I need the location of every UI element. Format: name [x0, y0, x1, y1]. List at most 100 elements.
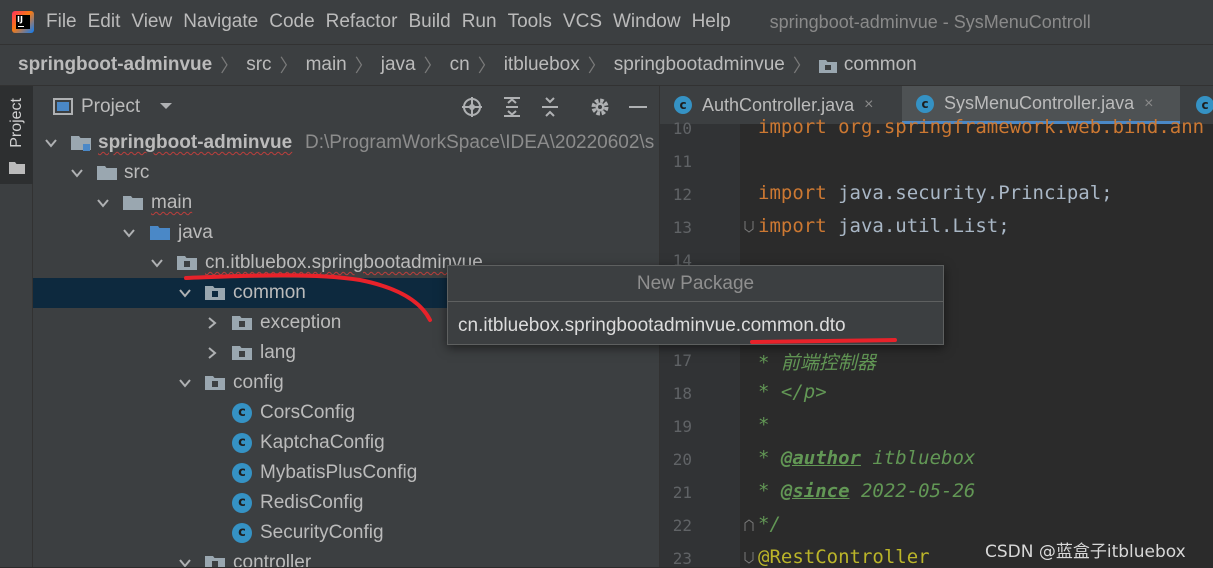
- fold-icon[interactable]: [744, 221, 754, 233]
- breadcrumb-item-src[interactable]: src: [246, 54, 271, 76]
- line-number: 11: [672, 152, 692, 171]
- code-comment[interactable]: */: [758, 513, 781, 535]
- breadcrumb-item-cn[interactable]: cn: [450, 54, 470, 76]
- line-number: 13: [672, 218, 692, 237]
- line-number: 23: [672, 549, 692, 568]
- tree-item-label: main: [151, 192, 193, 213]
- chevron-down-icon[interactable]: [71, 167, 83, 179]
- code-comment[interactable]: * </p>: [758, 381, 827, 403]
- menu-file[interactable]: File: [46, 11, 88, 33]
- package-folder-icon: [205, 286, 225, 300]
- menu-refactor[interactable]: Refactor: [326, 11, 409, 33]
- module-folder-icon: [71, 136, 91, 151]
- chevron-right-icon: 〉: [423, 56, 442, 76]
- code-keyword: import: [758, 215, 827, 237]
- locate-icon[interactable]: [461, 96, 483, 118]
- intellij-logo-icon: IJ: [12, 11, 34, 33]
- tree-item-mybatisplusconfig[interactable]: c MybatisPlusConfig: [33, 458, 659, 488]
- class-icon: c: [916, 94, 934, 113]
- menu-run[interactable]: Run: [462, 11, 508, 33]
- chevron-right-icon: 〉: [220, 56, 239, 76]
- code-line[interactable]: import org.springframework.web.bind.ann: [758, 116, 1204, 138]
- menu-window[interactable]: Window: [613, 11, 692, 33]
- window-title: springboot-adminvue - SysMenuControll: [769, 11, 1091, 32]
- menu-code[interactable]: Code: [269, 11, 325, 33]
- code-text: java.security.Principal;: [826, 182, 1113, 204]
- tree-item-securityconfig[interactable]: c SecurityConfig: [33, 518, 659, 548]
- menu-navigate[interactable]: Navigate: [183, 11, 269, 33]
- menu-vcs[interactable]: VCS: [563, 11, 613, 33]
- menu-view[interactable]: View: [131, 11, 183, 33]
- tree-item-corsconfig[interactable]: c CorsConfig: [33, 398, 659, 428]
- line-number: 21: [672, 483, 692, 502]
- chevron-down-icon[interactable]: [97, 197, 109, 209]
- tree-item-main[interactable]: main: [33, 188, 659, 218]
- breadcrumb-item-java[interactable]: java: [381, 54, 416, 76]
- tree-item-kaptchaconfig[interactable]: c KaptchaConfig: [33, 428, 659, 458]
- chevron-down-icon[interactable]: [179, 557, 191, 567]
- new-package-dialog: New Package: [447, 265, 944, 345]
- tree-item-config[interactable]: config: [33, 368, 659, 398]
- chevron-down-icon[interactable]: [151, 257, 163, 269]
- project-tool-tab[interactable]: Project: [0, 86, 33, 184]
- chevron-down-icon[interactable]: [159, 101, 173, 111]
- close-icon[interactable]: ×: [864, 96, 873, 114]
- line-number: 10: [672, 119, 692, 138]
- folder-icon: [123, 196, 143, 210]
- tree-item-redisconfig[interactable]: c RedisConfig: [33, 488, 659, 518]
- code-line[interactable]: import java.security.Principal;: [758, 182, 1113, 204]
- expand-all-icon[interactable]: [501, 96, 523, 118]
- tree-item-src[interactable]: src: [33, 158, 659, 188]
- menu-build[interactable]: Build: [408, 11, 461, 33]
- tree-item-controller[interactable]: controller: [33, 548, 659, 567]
- project-view-selector[interactable]: Project: [81, 96, 140, 118]
- class-icon: c: [232, 463, 252, 483]
- package-folder-icon: [232, 346, 252, 360]
- package-folder-icon: [205, 556, 225, 567]
- tree-item-project-root[interactable]: springboot-adminvue D:\ProgramWorkSpace\…: [33, 128, 659, 158]
- tree-item-label: RedisConfig: [260, 492, 364, 513]
- breadcrumb-item-main[interactable]: main: [306, 54, 347, 76]
- close-icon[interactable]: ×: [1144, 95, 1153, 113]
- menu-help[interactable]: Help: [692, 11, 742, 33]
- breadcrumb-item-itbluebox[interactable]: itbluebox: [504, 54, 580, 76]
- folder-icon: [9, 162, 25, 174]
- package-folder-icon: [232, 316, 252, 330]
- chevron-right-icon[interactable]: [206, 347, 218, 359]
- menu-tools[interactable]: Tools: [508, 11, 563, 33]
- fold-icon[interactable]: [744, 552, 754, 564]
- tree-item-label: lang: [260, 342, 296, 363]
- gear-icon[interactable]: [589, 96, 611, 118]
- tree-item-label: SecurityConfig: [260, 522, 384, 543]
- code-line[interactable]: import java.util.List;: [758, 215, 1010, 237]
- breadcrumb-item-common[interactable]: common: [844, 54, 917, 76]
- code-keyword: import: [758, 182, 827, 204]
- fold-icon[interactable]: [744, 519, 754, 531]
- package-name-input[interactable]: [458, 314, 928, 338]
- collapse-all-icon[interactable]: [539, 96, 561, 118]
- menu-bar: IJ File Edit View Navigate Code Refactor…: [0, 0, 1213, 44]
- project-view-icon: [53, 98, 73, 115]
- breadcrumb-item-project[interactable]: springboot-adminvue: [18, 54, 212, 76]
- chevron-down-icon[interactable]: [179, 377, 191, 389]
- chevron-down-icon[interactable]: [45, 137, 57, 149]
- menu-edit[interactable]: Edit: [88, 11, 132, 33]
- minimize-icon[interactable]: [627, 96, 649, 118]
- code-comment[interactable]: *: [758, 414, 769, 436]
- chevron-down-icon[interactable]: [179, 287, 191, 299]
- tree-item-label: CorsConfig: [260, 402, 356, 423]
- breadcrumb: springboot-adminvue 〉 src 〉 main 〉 java …: [0, 44, 1213, 86]
- code-comment: 2022-05-26: [849, 480, 976, 502]
- chevron-down-icon[interactable]: [123, 227, 135, 239]
- left-tool-strip: Project: [0, 86, 33, 567]
- breadcrumb-item-springbootadminvue[interactable]: springbootadminvue: [614, 54, 785, 76]
- code-annotation[interactable]: @RestController: [758, 546, 930, 568]
- class-icon: c: [232, 523, 252, 543]
- code-comment[interactable]: * 前端控制器: [758, 348, 876, 375]
- tree-item-java[interactable]: java: [33, 218, 659, 248]
- tree-item-label: exception: [260, 312, 342, 333]
- class-icon: c: [232, 433, 252, 453]
- chevron-right-icon[interactable]: [206, 317, 218, 329]
- code-line[interactable]: * @since 2022-05-26: [758, 480, 975, 502]
- code-line[interactable]: * @author itbluebox: [758, 447, 975, 469]
